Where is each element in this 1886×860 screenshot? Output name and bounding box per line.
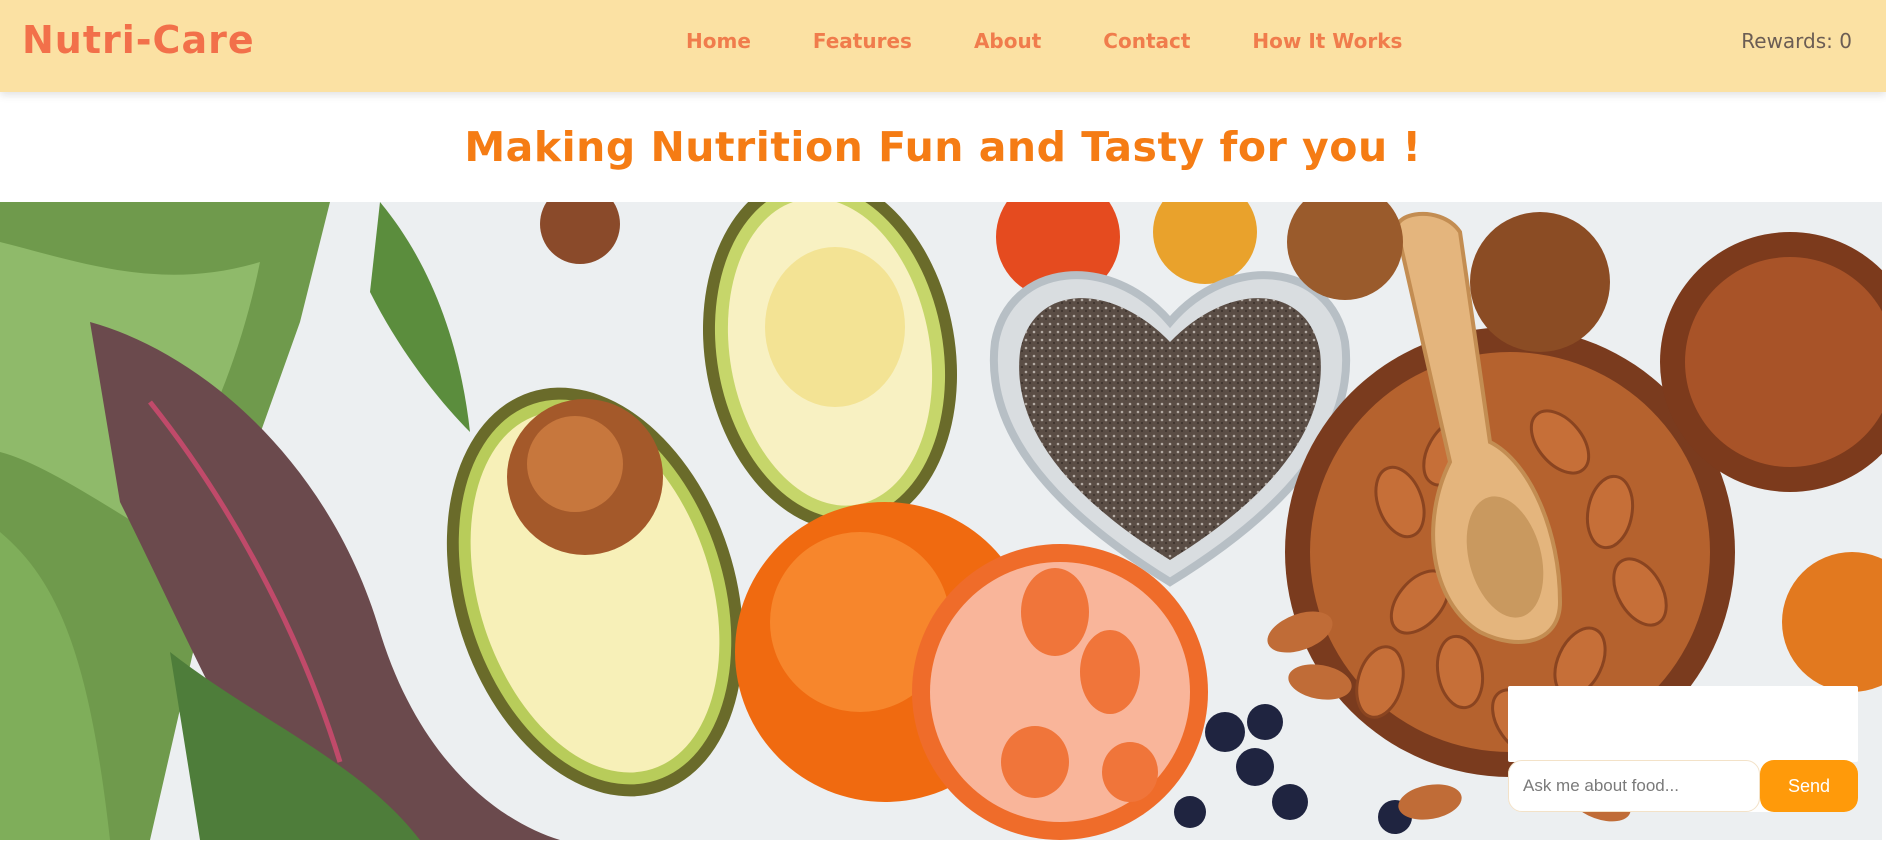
main-nav: Home Features About Contact How It Works [686,29,1402,53]
nav-link-home[interactable]: Home [686,29,751,53]
hero-headline: Making Nutrition Fun and Tasty for you ! [464,123,1422,171]
brand-logo[interactable]: Nutri-Care [22,18,255,62]
nav-link-about[interactable]: About [974,29,1041,53]
nav-link-contact[interactable]: Contact [1103,29,1190,53]
top-navbar: Nutri-Care Home Features About Contact H… [0,0,1886,92]
chat-input[interactable] [1508,760,1760,812]
nav-link-features[interactable]: Features [813,29,912,53]
send-button[interactable]: Send [1760,760,1858,812]
chat-message-area [1508,686,1858,762]
chat-widget: Send [1508,686,1858,812]
nav-link-how-it-works[interactable]: How It Works [1252,29,1402,53]
rewards-counter: Rewards: 0 [1741,29,1852,53]
